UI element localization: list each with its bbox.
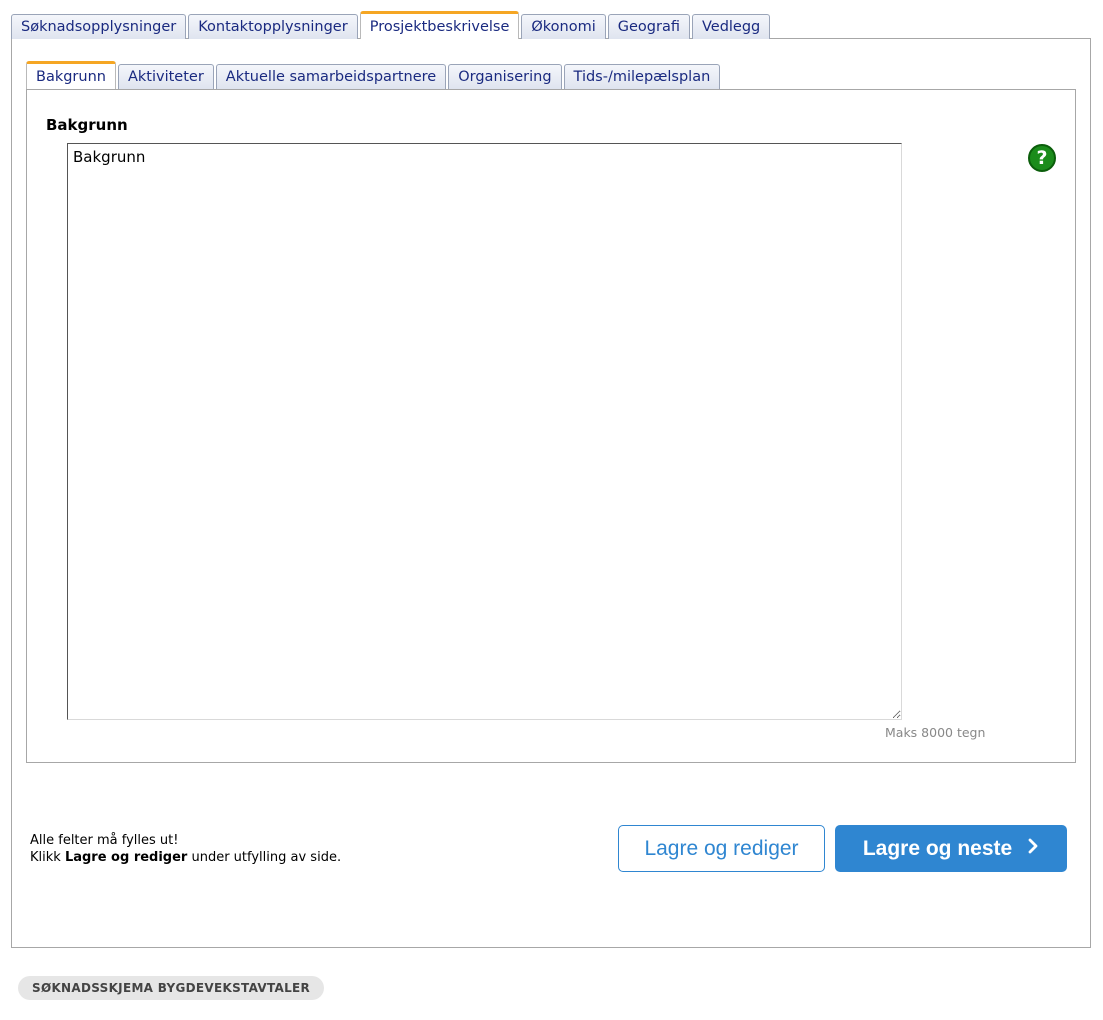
notes-prefix: Klikk	[30, 850, 65, 865]
tab-organisering[interactable]: Organisering	[448, 64, 562, 89]
form-name-badge: SØKNADSSKJEMA BYGDEVEKSTAVTALER	[18, 976, 325, 1000]
notes-line-required: Alle felter må fylles ut!	[30, 833, 179, 848]
sub-tab-bar: Bakgrunn Aktiviteter Aktuelle samarbeids…	[26, 61, 722, 89]
tab-samarbeidspartnere[interactable]: Aktuelle samarbeidspartnere	[215, 64, 447, 89]
notes-line-instructions: Klikk Lagre og rediger under utfylling a…	[30, 849, 341, 866]
tab-bakgrunn[interactable]: Bakgrunn	[26, 61, 116, 89]
notes-bold: Lagre og rediger	[64, 850, 188, 865]
question-icon[interactable]: ?	[1028, 144, 1056, 172]
notes-suffix: under utfylling av side.	[187, 850, 342, 865]
main-tab-bar: Søknadsopplysninger Kontaktopplysninger …	[11, 11, 772, 39]
tab-milepaelsplan[interactable]: Tids-/milepælsplan	[563, 64, 721, 89]
question-mark-glyph: ?	[1036, 146, 1048, 169]
char-limit-text: Maks 8000 tegn	[885, 725, 986, 740]
form-notes: Alle felter må fylles ut! Klikk Lagre og…	[30, 832, 341, 866]
save-and-edit-button[interactable]: Lagre og rediger	[618, 825, 825, 872]
save-and-next-button[interactable]: Lagre og neste	[835, 825, 1067, 872]
tab-vedlegg[interactable]: Vedlegg	[691, 14, 771, 39]
tab-kontaktopplysninger[interactable]: Kontaktopplysninger	[188, 14, 358, 39]
tab-soknadsopplysninger[interactable]: Søknadsopplysninger	[11, 14, 187, 39]
chevron-right-icon	[1028, 838, 1039, 859]
save-and-edit-label: Lagre og rediger	[644, 836, 799, 860]
tab-aktiviteter[interactable]: Aktiviteter	[117, 64, 214, 89]
save-and-next-label: Lagre og neste	[862, 836, 1013, 860]
tab-okonomi[interactable]: Økonomi	[521, 14, 606, 39]
section-title: Bakgrunn	[46, 116, 128, 134]
tab-geografi[interactable]: Geografi	[607, 14, 690, 39]
tab-prosjektbeskrivelse[interactable]: Prosjektbeskrivelse	[359, 11, 520, 39]
bakgrunn-textarea[interactable]	[67, 143, 902, 720]
